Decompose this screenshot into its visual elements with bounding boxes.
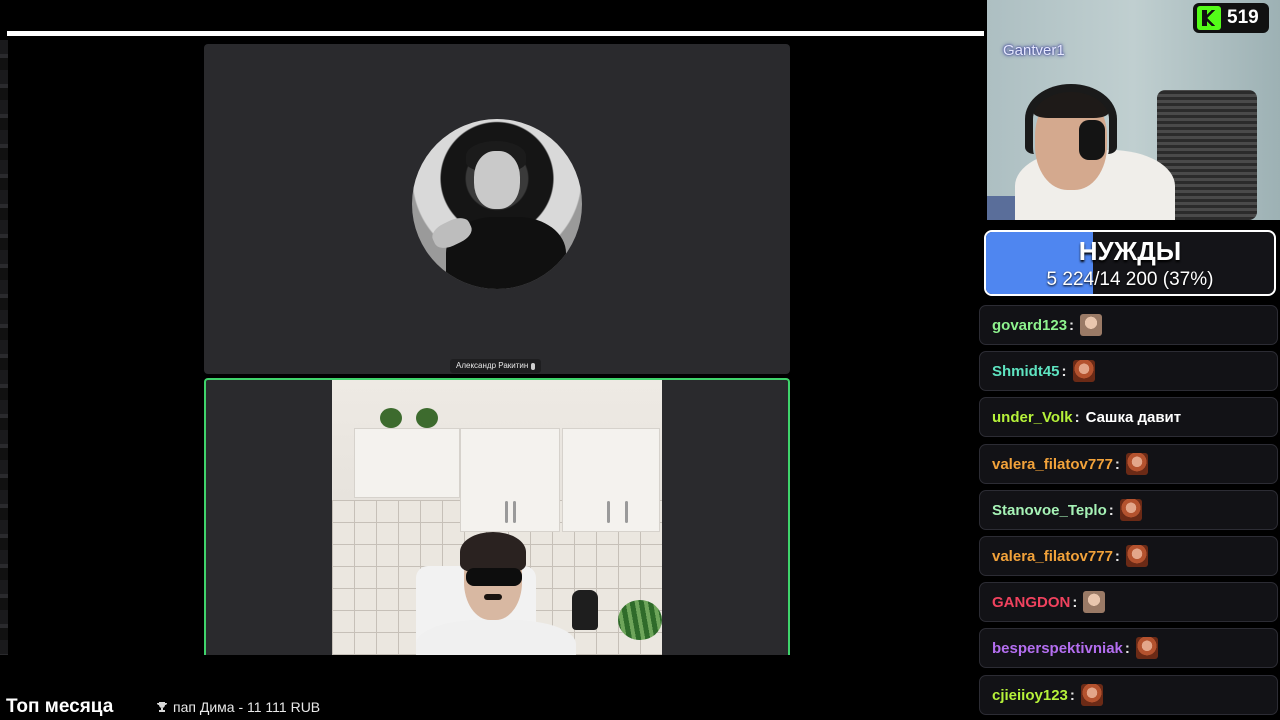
plant-icon: [380, 408, 402, 428]
chat-username[interactable]: govard123: [992, 317, 1067, 334]
chat-separator: :: [1108, 501, 1114, 519]
chat-message: under_Volk: Сашка давит: [979, 397, 1278, 437]
chat-emote-icon: [1080, 314, 1103, 336]
top-donor: пап Дима - 11 111 RUB: [156, 699, 320, 715]
left-edge-strip: [0, 40, 8, 655]
chat-separator: :: [1072, 593, 1078, 611]
kettle: [572, 590, 598, 630]
donation-goal: НУЖДЫ 5 224/14 200 (37%): [984, 230, 1276, 296]
participant-avatar: [412, 119, 582, 289]
chat-message: Stanovoe_Teplo:: [979, 490, 1278, 530]
viewer-count-badge: 519: [1193, 3, 1269, 33]
trophy-icon: [157, 702, 167, 712]
watermelon: [618, 600, 662, 640]
chat-message: valera_filatov777:: [979, 536, 1278, 576]
streamer-webcam: [987, 0, 1280, 220]
headphone-earcup: [1079, 120, 1105, 160]
chat-separator: :: [1069, 316, 1075, 334]
chat-username[interactable]: Stanovoe_Teplo: [992, 502, 1107, 519]
progress-line: [7, 31, 984, 36]
cabinet-handle: [607, 501, 610, 523]
participant-name: Александр Ракитин: [456, 361, 529, 370]
chat-username[interactable]: valera_filatov777: [992, 548, 1113, 565]
chat-username[interactable]: valera_filatov777: [992, 456, 1113, 473]
participant-video: [332, 380, 662, 655]
top-donor-text: пап Дима - 11 111 RUB: [173, 699, 321, 715]
avatar-face: [474, 151, 520, 209]
plant-icon: [416, 408, 438, 428]
bottom-bar: [0, 655, 980, 720]
chat-emote-icon: [1083, 591, 1106, 613]
cabinet-handle: [505, 501, 508, 523]
chat-separator: :: [1069, 686, 1075, 704]
chat-separator: :: [1061, 362, 1067, 380]
mic-icon: [531, 362, 536, 370]
goal-title: НУЖДЫ: [1078, 236, 1182, 266]
chat-message: besperspektivniak:: [979, 628, 1278, 668]
chat-emote-icon: [1135, 637, 1158, 659]
chat-emote-icon: [1080, 684, 1103, 706]
kitchen-cabinet: [460, 428, 560, 532]
chat-emote-icon: [1125, 453, 1148, 475]
participant-name-tag: Александр Ракитин: [450, 359, 542, 373]
kitchen-cabinet: [562, 428, 660, 532]
person-hair: [460, 532, 526, 572]
chat-username[interactable]: Shmidt45: [992, 363, 1060, 380]
person-body: [416, 620, 576, 655]
chat-separator: :: [1074, 408, 1080, 426]
chat-message: Shmidt45:: [979, 351, 1278, 391]
chat-username[interactable]: besperspektivniak: [992, 640, 1123, 657]
chat-message: valera_filatov777:: [979, 444, 1278, 484]
sunglasses: [466, 568, 522, 586]
top-month-label: Топ месяца: [6, 696, 114, 717]
chat-emote-icon: [1119, 499, 1142, 521]
chat-emote-icon: [1072, 360, 1095, 382]
channel-name: Gantver1: [1003, 42, 1065, 59]
chat-username[interactable]: under_Volk: [992, 409, 1073, 426]
chat-username[interactable]: cjieiioy123: [992, 687, 1068, 704]
goal-progress-text: 5 224/14 200 (37%): [1046, 269, 1214, 290]
chat-message: govard123:: [979, 305, 1278, 345]
chat-separator: :: [1114, 455, 1120, 473]
cabinet-handle: [513, 501, 516, 523]
mustache: [484, 594, 502, 600]
chat-text: Сашка давит: [1085, 408, 1182, 426]
viewer-count: 519: [1227, 7, 1259, 28]
chat-message: GANGDON:: [979, 582, 1278, 622]
kick-logo-icon: [1197, 6, 1221, 30]
chat-emote-icon: [1125, 545, 1148, 567]
cabinet-handle: [625, 501, 628, 523]
chat-separator: :: [1124, 639, 1130, 657]
participant-tile-active-speaker[interactable]: [204, 378, 790, 655]
chat-username[interactable]: GANGDON: [992, 594, 1070, 611]
kitchen-cabinet: [354, 428, 460, 498]
chat-separator: :: [1114, 547, 1120, 565]
chat-message: cjieiioy123:: [979, 675, 1278, 715]
